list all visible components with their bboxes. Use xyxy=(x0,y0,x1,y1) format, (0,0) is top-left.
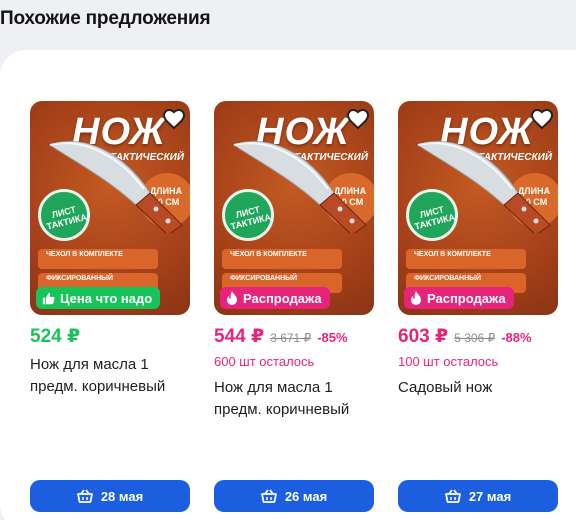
product-name[interactable]: Нож для масла 1 предм. коричневый xyxy=(30,354,188,398)
delivery-button[interactable]: 27 мая xyxy=(398,480,558,512)
basket-icon xyxy=(444,489,461,503)
delivery-button[interactable]: 28 мая xyxy=(30,480,190,512)
product-name[interactable]: Нож для масла 1 предм. коричневый xyxy=(214,377,372,421)
stock-left: 100 шт осталось xyxy=(398,354,499,369)
heart-icon[interactable] xyxy=(530,107,554,131)
fire-icon xyxy=(227,291,237,305)
heart-icon[interactable] xyxy=(346,107,370,131)
brand-seal: ЛИСТ ТАКТИКА xyxy=(222,189,274,241)
product-card[interactable]: НОЖ ТАКТИЧЕСКИЙ ДЛИНА 20 СМ ЛИСТ ТАКТИКА… xyxy=(398,101,558,520)
price-row: 524 ₽ xyxy=(30,325,80,348)
stock-left: 600 шт осталось xyxy=(214,354,315,369)
thumbs-up-icon xyxy=(42,292,55,304)
image-line-1: ЧЕХОЛ В КОМПЛЕКТЕ xyxy=(38,249,158,269)
delivery-date: 27 мая xyxy=(468,488,512,504)
brand-seal: ЛИСТ ТАКТИКА xyxy=(38,189,90,241)
product-card[interactable]: НОЖ ТАКТИЧЕСКИЙ ДЛИНА 20 СМ ЛИСТ ТАКТИКА… xyxy=(30,101,190,520)
image-line-1: ЧЕХОЛ В КОМПЛЕКТЕ xyxy=(222,249,342,269)
basket-icon xyxy=(260,489,277,503)
product-image[interactable]: НОЖ ТАКТИЧЕСКИЙ ДЛИНА 20 СМ ЛИСТ ТАКТИКА… xyxy=(214,101,374,315)
image-line-1: ЧЕХОЛ В КОМПЛЕКТЕ xyxy=(406,249,526,269)
fire-icon xyxy=(411,291,421,305)
old-price: 3 671 ₽ xyxy=(270,331,312,345)
price-row: 544 ₽ 3 671 ₽ -85% xyxy=(214,325,348,348)
current-price: 524 ₽ xyxy=(30,326,81,347)
discount: -85% xyxy=(317,330,348,345)
product-card[interactable]: НОЖ ТАКТИЧЕСКИЙ ДЛИНА 20 СМ ЛИСТ ТАКТИКА… xyxy=(214,101,374,520)
brand-seal: ЛИСТ ТАКТИКА xyxy=(406,189,458,241)
price-row: 603 ₽ 5 306 ₽ -88% xyxy=(398,325,532,348)
discount: -88% xyxy=(501,330,532,345)
current-price: 603 ₽ xyxy=(398,326,449,347)
basket-icon xyxy=(76,489,93,503)
product-badge: Распродажа xyxy=(220,287,330,309)
badge-label: Цена что надо xyxy=(60,290,153,306)
delivery-date: 28 мая xyxy=(100,488,144,504)
product-badge: Цена что надо xyxy=(36,287,161,309)
product-name[interactable]: Садовый нож xyxy=(398,377,556,399)
old-price: 5 306 ₽ xyxy=(454,331,496,345)
product-image[interactable]: НОЖ ТАКТИЧЕСКИЙ ДЛИНА 20 СМ ЛИСТ ТАКТИКА… xyxy=(30,101,190,315)
section-title: Похожие предложения xyxy=(0,8,211,29)
heart-icon[interactable] xyxy=(162,107,186,131)
product-badge: Распродажа xyxy=(404,287,514,309)
delivery-button[interactable]: 26 мая xyxy=(214,480,374,512)
delivery-date: 26 мая xyxy=(284,488,328,504)
badge-label: Распродажа xyxy=(243,290,322,306)
current-price: 544 ₽ xyxy=(214,326,265,347)
badge-label: Распродажа xyxy=(427,290,506,306)
product-image[interactable]: НОЖ ТАКТИЧЕСКИЙ ДЛИНА 20 СМ ЛИСТ ТАКТИКА… xyxy=(398,101,558,315)
